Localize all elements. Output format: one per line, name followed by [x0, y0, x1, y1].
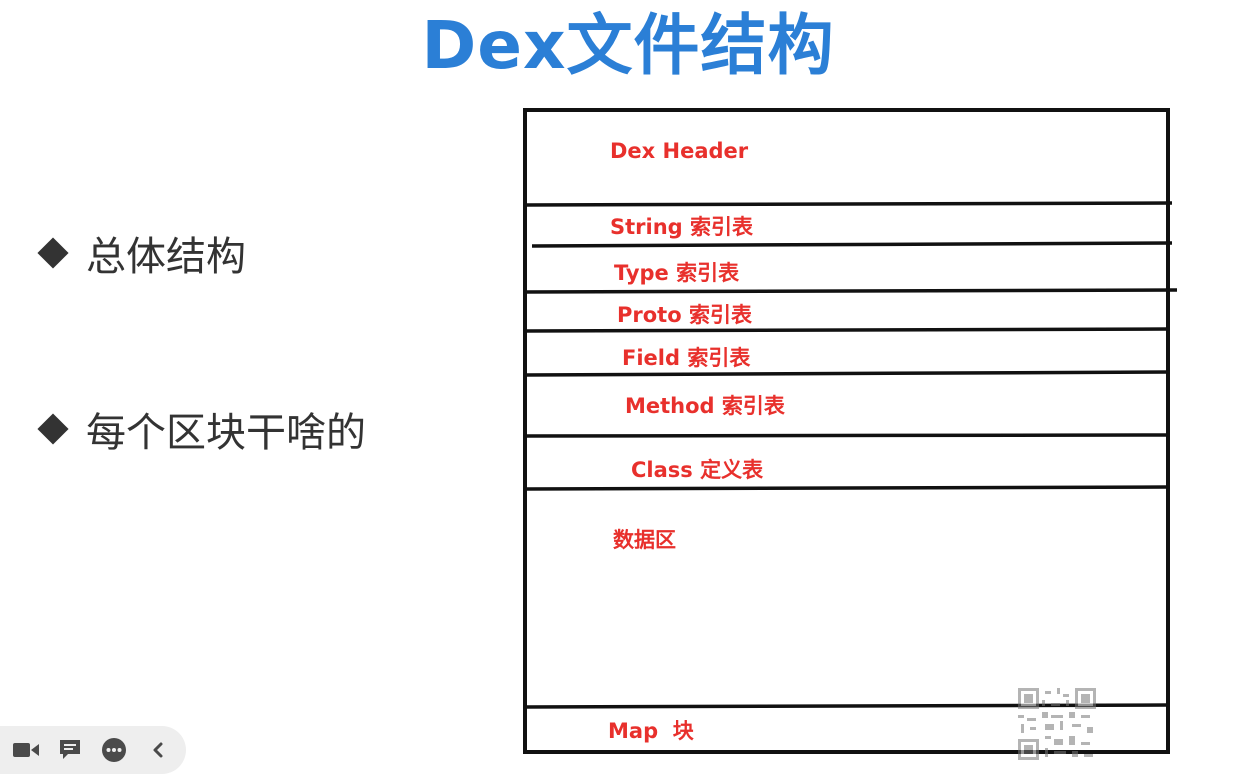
segment-label-string-index: String 索引表 — [610, 215, 754, 239]
more-options-button[interactable] — [98, 734, 130, 766]
segment-label-field-index: Field 索引表 — [622, 346, 751, 370]
divider-line — [524, 433, 1169, 438]
collapse-toolbar-button[interactable] — [142, 734, 174, 766]
more-options-icon — [102, 738, 126, 762]
video-camera-icon — [13, 743, 39, 757]
divider-line — [524, 370, 1171, 377]
divider-line — [531, 241, 1173, 248]
segment-label-class-defs: Class 定义表 — [631, 458, 764, 482]
divider-line — [524, 288, 1178, 294]
segment-label-method-index: Method 索引表 — [625, 394, 786, 418]
presentation-toolbar — [0, 726, 186, 774]
slide: Dex文件结构 总体结构 每个区块干啥的 Dex Header String 索… — [0, 0, 1256, 774]
divider-line — [524, 327, 1169, 333]
divider-line — [524, 485, 1169, 491]
divider-line — [524, 201, 1173, 207]
segment-label-proto-index: Proto 索引表 — [617, 303, 753, 327]
segment-label-data-area: 数据区 — [613, 528, 676, 552]
video-camera-button[interactable] — [10, 734, 42, 766]
qr-code-watermark — [1018, 688, 1096, 760]
dex-structure-diagram: Dex Header String 索引表 Type 索引表 Proto 索引表… — [523, 108, 1178, 754]
segment-label-map-block: Map 块 — [608, 719, 695, 743]
chevron-left-icon — [153, 742, 163, 758]
segment-label-type-index: Type 索引表 — [614, 261, 740, 285]
chat-button[interactable] — [54, 734, 86, 766]
segment-label-dex-header: Dex Header — [610, 139, 749, 163]
chat-bubble-icon — [60, 740, 80, 759]
